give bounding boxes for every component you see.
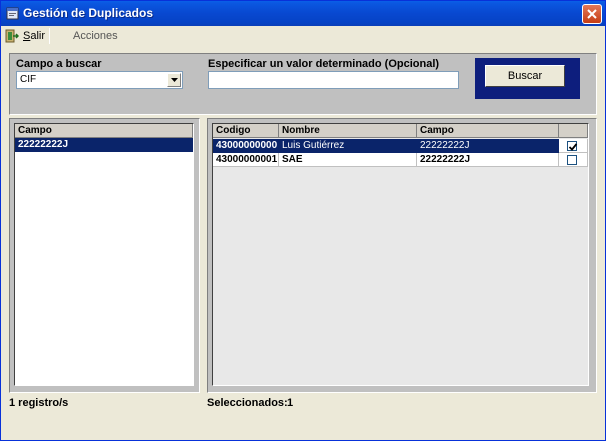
left-panel: Campo 22222222J — [9, 118, 200, 393]
seleccionados-count: 1 — [287, 397, 294, 409]
window: Gestión de Duplicados Salir Acciones Cam… — [0, 0, 606, 441]
list-item[interactable]: 22222222J — [15, 138, 193, 152]
chevron-down-icon — [170, 78, 178, 82]
cell-codigo: 43000000001 — [213, 153, 279, 167]
row-checkbox[interactable] — [567, 155, 577, 165]
toolbar-separator — [49, 28, 50, 44]
acciones-menu[interactable]: Acciones — [73, 30, 118, 42]
table-row[interactable]: 43000000000 Luis Gutiérrez 22222222J — [213, 139, 588, 153]
results-grid[interactable]: Codigo Nombre Campo 43000000000 Luis Gut… — [212, 123, 589, 386]
col-campo-header[interactable]: Campo — [417, 124, 559, 138]
exit-icon — [5, 29, 19, 43]
row-checkbox[interactable] — [567, 141, 578, 151]
registros-count: 1 registro/s — [9, 397, 69, 409]
cell-check — [559, 139, 588, 153]
buscar-button[interactable]: Buscar — [485, 65, 565, 87]
dropdown-button[interactable] — [167, 73, 181, 87]
window-title: Gestión de Duplicados — [23, 6, 154, 20]
right-panel: Codigo Nombre Campo 43000000000 Luis Gut… — [207, 118, 597, 393]
col-nombre-header[interactable]: Nombre — [279, 124, 417, 138]
col-codigo-header[interactable]: Codigo — [213, 124, 279, 138]
close-icon — [587, 9, 597, 19]
campo-list[interactable]: Campo 22222222J — [14, 123, 194, 386]
close-button[interactable] — [582, 4, 602, 24]
buscar-button-frame: Buscar — [475, 58, 580, 99]
cell-codigo: 43000000000 — [213, 139, 279, 153]
seleccionados-label: Seleccionados: — [207, 397, 288, 409]
window-icon — [6, 7, 19, 20]
field-select-value: CIF — [20, 74, 37, 85]
toolbar: Salir Acciones — [1, 26, 605, 46]
campo-list-header[interactable]: Campo — [15, 124, 193, 138]
cell-campo: 22222222J — [417, 139, 559, 153]
title-bar[interactable]: Gestión de Duplicados — [1, 1, 605, 26]
cell-check — [559, 153, 588, 167]
cell-nombre: SAE — [279, 153, 417, 167]
field-select[interactable]: CIF — [16, 71, 183, 89]
search-panel: Campo a buscar CIF Especificar un valor … — [9, 53, 597, 115]
col-check-header[interactable] — [559, 124, 588, 138]
salir-button[interactable]: Salir — [5, 28, 45, 44]
checkmark-icon — [568, 143, 578, 151]
list-item-value: 22222222J — [15, 138, 193, 152]
salir-label: alir — [30, 30, 46, 42]
cell-nombre: Luis Gutiérrez — [279, 139, 417, 153]
field-label: Campo a buscar — [16, 58, 102, 70]
value-input[interactable] — [208, 71, 459, 89]
value-label: Especificar un valor determinado (Opcion… — [208, 58, 440, 70]
cell-campo: 22222222J — [417, 153, 559, 167]
table-row[interactable]: 43000000001 SAE 22222222J — [213, 153, 588, 167]
